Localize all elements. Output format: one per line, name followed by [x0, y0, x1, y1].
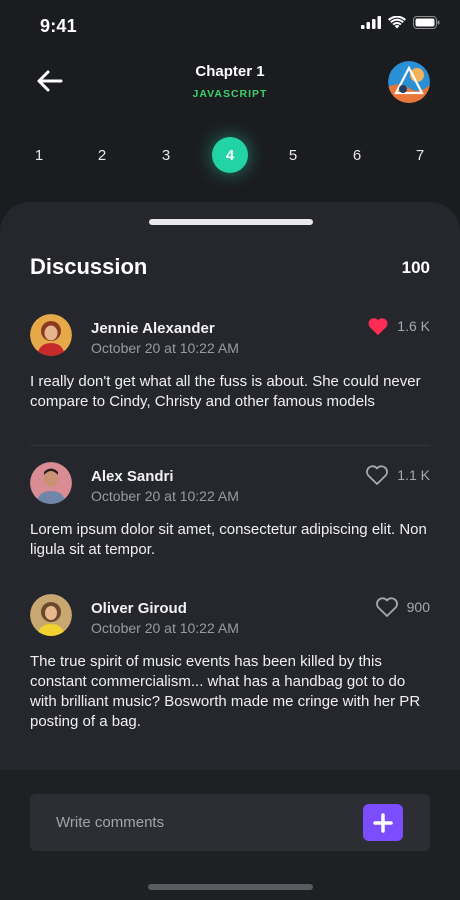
status-time: 9:41: [40, 16, 77, 36]
comment-date: October 20 at 10:22 AM: [91, 340, 239, 356]
avatar-image: [30, 314, 72, 356]
sheet-drag-handle[interactable]: [149, 219, 313, 225]
comment-author: Jennie Alexander: [91, 320, 215, 337]
comment-composer: [30, 794, 430, 851]
heart-filled-icon: [368, 318, 388, 336]
wifi-icon: [388, 16, 406, 29]
page-7[interactable]: 7: [402, 137, 438, 173]
comment-date: October 20 at 10:22 AM: [91, 488, 239, 504]
heart-outline-icon: [366, 465, 389, 485]
comment-text: Lorem ipsum dolor sit amet, consectetur …: [30, 521, 427, 558]
discussion-count: 100: [401, 258, 430, 277]
avatar[interactable]: [30, 594, 72, 636]
status-bar: 9:41: [0, 0, 460, 50]
avatar-image: [30, 462, 72, 504]
add-comment-button[interactable]: [363, 804, 403, 841]
page-5[interactable]: 5: [275, 137, 311, 173]
plus-icon: [373, 812, 393, 833]
discussion-title: Discussion: [30, 254, 148, 279]
status-icons: [361, 16, 440, 29]
chapter-pager: 1 2 3 4 5 6 7: [0, 135, 460, 175]
page-6[interactable]: 6: [339, 137, 375, 173]
battery-icon: [413, 16, 440, 29]
avatar-image: [388, 61, 430, 103]
like-count: 1.6 K: [397, 318, 430, 334]
page-4-active[interactable]: 4: [212, 137, 248, 173]
comment-text: I really don't get what all the fuss is …: [30, 373, 421, 410]
avatar[interactable]: [30, 462, 72, 504]
comment-input[interactable]: [56, 794, 356, 851]
comment-text: The true spirit of music events has been…: [30, 653, 421, 730]
page-3[interactable]: 3: [148, 137, 184, 173]
like-button[interactable]: 1.6 K: [367, 316, 430, 336]
like-count: 1.1 K: [397, 467, 430, 483]
header: Chapter 1 JAVASCRIPT: [0, 55, 460, 110]
like-button[interactable]: 1.1 K: [365, 464, 430, 486]
profile-avatar[interactable]: [388, 61, 430, 103]
comment-author: Alex Sandri: [91, 468, 174, 485]
avatar[interactable]: [30, 314, 72, 356]
comment-divider: [30, 445, 430, 446]
like-button[interactable]: 900: [375, 596, 430, 618]
like-count: 900: [406, 599, 430, 615]
comment-date: October 20 at 10:22 AM: [91, 620, 239, 636]
cellular-signal-icon: [361, 16, 381, 29]
page-1[interactable]: 1: [21, 137, 57, 173]
home-indicator: [148, 884, 313, 890]
page-2[interactable]: 2: [84, 137, 120, 173]
comment-author: Oliver Giroud: [91, 600, 187, 617]
avatar-image: [30, 594, 72, 636]
heart-outline-icon: [375, 597, 398, 617]
